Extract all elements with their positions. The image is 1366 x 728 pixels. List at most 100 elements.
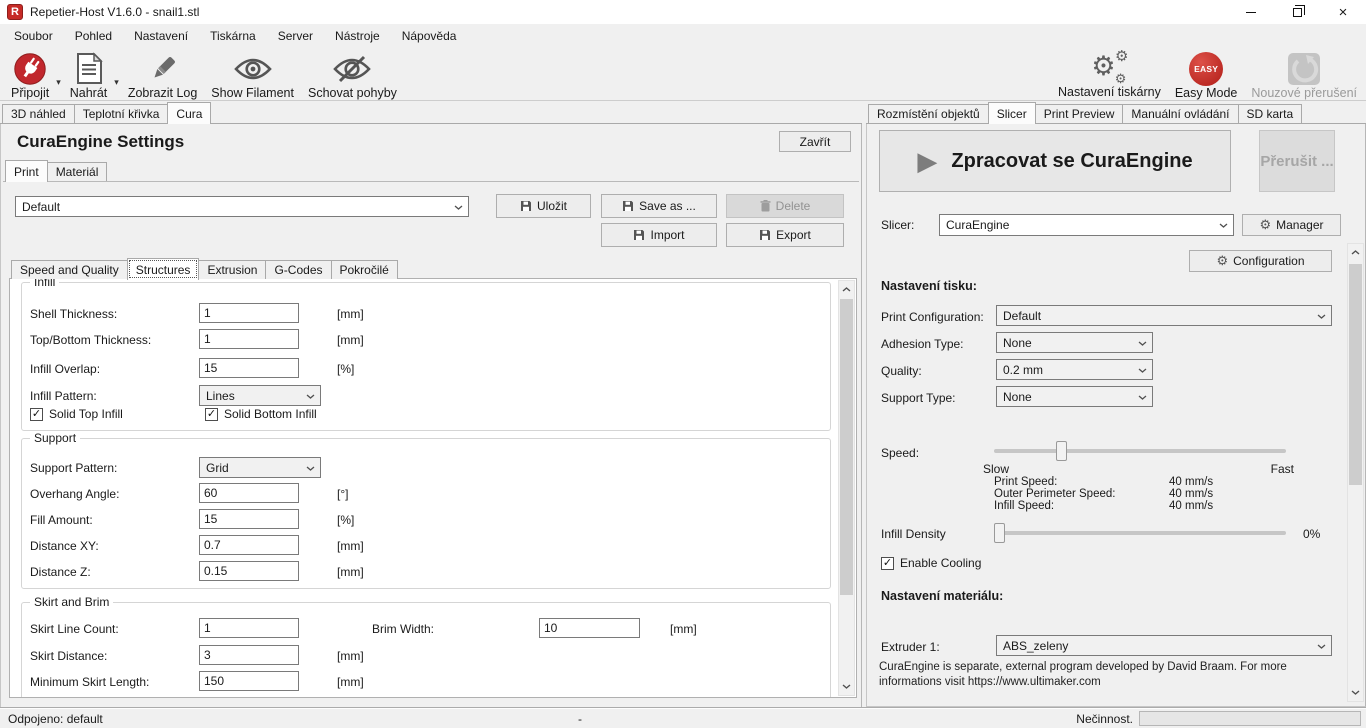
tab-rozmisteni-objektu[interactable]: Rozmístění objektů <box>868 104 989 123</box>
tab-manualni-ovladani[interactable]: Manuální ovládání <box>1122 104 1238 123</box>
field-label: Skirt Distance: <box>30 649 107 663</box>
group-title: Support <box>30 431 80 445</box>
manager-button[interactable]: ⚙ Manager <box>1242 214 1341 236</box>
field-label: Skirt Line Count: <box>30 622 119 636</box>
slider-thumb[interactable] <box>994 523 1005 543</box>
emergency-stop-button[interactable]: Nouzové přerušení <box>1244 50 1364 101</box>
print-configuration-select[interactable]: Default <box>996 305 1332 326</box>
perimeter-speed-value: 40 mm/s <box>1169 488 1213 500</box>
close-panel-button[interactable]: Zavřít <box>779 131 851 152</box>
quality-select[interactable]: 0.2 mm <box>996 359 1153 380</box>
distance-xy-input[interactable] <box>199 535 299 555</box>
overhang-angle-input[interactable] <box>199 483 299 503</box>
emergency-icon <box>1286 51 1322 86</box>
minimize-button[interactable] <box>1228 0 1274 24</box>
tab-material[interactable]: Materiál <box>47 162 108 181</box>
subtab-gcodes[interactable]: G-Codes <box>265 260 331 279</box>
infill-overlap-input[interactable] <box>199 358 299 378</box>
subtab-extrusion[interactable]: Extrusion <box>198 260 266 279</box>
load-button[interactable]: Nahrát <box>63 50 115 101</box>
solid-top-infill-checkbox[interactable]: ✓ Solid Top Infill <box>30 407 123 421</box>
group-title: Infill <box>30 278 59 289</box>
perimeter-speed-label: Outer Perimeter Speed: <box>994 488 1115 500</box>
menu-soubor[interactable]: Soubor <box>3 25 64 47</box>
material-settings-title: Nastavení materiálu: <box>881 589 1003 603</box>
minimum-skirt-length-input[interactable] <box>199 671 299 691</box>
slicer-scrollbar[interactable] <box>1347 243 1364 702</box>
support-pattern-select[interactable]: Grid <box>199 457 321 478</box>
slicer-label: Slicer: <box>881 218 914 232</box>
settings-scrollbar[interactable] <box>838 280 855 696</box>
menu-pohled[interactable]: Pohled <box>64 25 123 47</box>
menu-tiskarna[interactable]: Tiskárna <box>199 25 267 47</box>
gears-icon: ⚙ ⚙ ⚙ <box>1089 51 1129 85</box>
tab-slicer[interactable]: Slicer <box>988 102 1036 124</box>
subtab-speed-quality[interactable]: Speed and Quality <box>11 260 128 279</box>
slider-track[interactable] <box>994 531 1286 535</box>
slicer-select[interactable]: CuraEngine <box>939 214 1234 236</box>
close-button[interactable]: × <box>1320 0 1366 24</box>
save-button[interactable]: Uložit <box>496 194 591 218</box>
connect-button[interactable]: Připojit <box>4 50 56 101</box>
skirt-distance-input[interactable] <box>199 645 299 665</box>
menu-server[interactable]: Server <box>267 25 324 47</box>
skirt-line-count-input[interactable] <box>199 618 299 638</box>
eye-icon <box>233 51 273 86</box>
scroll-up-icon[interactable] <box>839 281 854 298</box>
infill-density-slider[interactable] <box>994 523 1286 543</box>
easy-mode-button[interactable]: EASY Easy Mode <box>1168 50 1245 101</box>
configuration-button[interactable]: ⚙ Configuration <box>1189 250 1332 272</box>
tab-cura[interactable]: Cura <box>167 102 211 124</box>
save-as-button[interactable]: Save as ... <box>601 194 717 218</box>
menu-nastaveni[interactable]: Nastavení <box>123 25 199 47</box>
infill-density-value: 0% <box>1303 527 1320 541</box>
tab-sd-karta[interactable]: SD karta <box>1238 104 1303 123</box>
show-filament-button[interactable]: Show Filament <box>204 50 301 101</box>
export-button[interactable]: Export <box>726 223 844 247</box>
tab-3d-nahled[interactable]: 3D náhled <box>2 104 75 123</box>
support-type-select[interactable]: None <box>996 386 1153 407</box>
support-group: Support Support Pattern: Grid Overhang A… <box>21 438 831 589</box>
eye-off-icon <box>332 51 372 86</box>
top-bottom-thickness-input[interactable] <box>199 329 299 349</box>
field-label: Support Pattern: <box>30 461 117 475</box>
delete-button[interactable]: Delete <box>726 194 844 218</box>
shell-thickness-input[interactable] <box>199 303 299 323</box>
chevron-down-icon <box>1138 341 1147 346</box>
subtab-structures[interactable]: Structures <box>127 258 200 280</box>
subtab-pokrocile[interactable]: Pokročilé <box>331 260 398 279</box>
show-log-button[interactable]: Zobrazit Log <box>121 50 204 101</box>
easy-badge-icon: EASY <box>1189 52 1223 86</box>
extruder-select[interactable]: ABS_zeleny <box>996 635 1332 656</box>
infill-pattern-select[interactable]: Lines <box>199 385 321 406</box>
slice-button[interactable]: ▶ Zpracovat se CuraEngine <box>879 130 1231 192</box>
connection-status: Odpojeno: default <box>8 712 103 726</box>
brim-width-input[interactable] <box>539 618 640 638</box>
printer-settings-button[interactable]: ⚙ ⚙ ⚙ Nastavení tiskárny <box>1051 50 1168 100</box>
slider-thumb[interactable] <box>1056 441 1067 461</box>
scroll-down-icon[interactable] <box>839 678 854 695</box>
profile-select[interactable]: Default <box>15 196 469 217</box>
solid-bottom-infill-checkbox[interactable]: ✓ Solid Bottom Infill <box>205 407 317 421</box>
import-button[interactable]: Import <box>601 223 717 247</box>
scroll-up-icon[interactable] <box>1348 244 1363 261</box>
abort-button[interactable]: Přerušit ... <box>1259 130 1335 192</box>
menu-napoveda[interactable]: Nápověda <box>391 25 468 47</box>
speed-slider[interactable] <box>994 441 1286 461</box>
adhesion-type-select[interactable]: None <box>996 332 1153 353</box>
scrollbar-thumb[interactable] <box>840 299 853 595</box>
fill-amount-input[interactable] <box>199 509 299 529</box>
scrollbar-thumb[interactable] <box>1349 264 1362 485</box>
enable-cooling-checkbox[interactable]: ✓ Enable Cooling <box>881 556 981 570</box>
distance-z-input[interactable] <box>199 561 299 581</box>
restore-button[interactable] <box>1274 0 1320 24</box>
hide-travel-button[interactable]: Schovat pohyby <box>301 50 404 101</box>
tab-print[interactable]: Print <box>5 160 48 182</box>
menu-nastroje[interactable]: Nástroje <box>324 25 391 47</box>
tab-teplotni-krivka[interactable]: Teplotní křivka <box>74 104 169 123</box>
infill-speed-label: Infill Speed: <box>994 500 1054 512</box>
slider-track[interactable] <box>994 449 1286 453</box>
scroll-down-icon[interactable] <box>1348 684 1363 701</box>
tab-print-preview[interactable]: Print Preview <box>1035 104 1124 123</box>
page-title: CuraEngine Settings <box>17 132 184 152</box>
